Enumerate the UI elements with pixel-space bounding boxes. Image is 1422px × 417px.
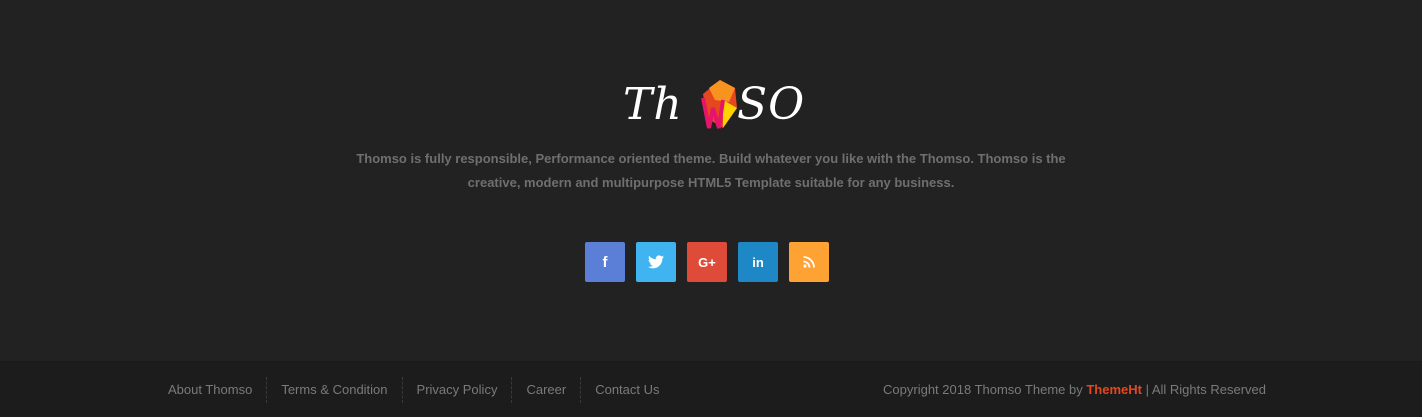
nav-privacy[interactable]: Privacy Policy (401, 377, 512, 403)
social-links: f G+ in (585, 242, 829, 282)
copyright-suffix: | All Rights Reserved (1141, 382, 1266, 397)
linkedin-icon: in (752, 254, 764, 270)
footer-description: Thomso is fully responsible, Performance… (356, 151, 1066, 190)
twitter-icon (648, 255, 664, 269)
copyright: Copyright 2018 Thomso Theme by ThemeHt |… (883, 380, 1266, 400)
logo-text-left: Th (623, 79, 683, 130)
nav-about[interactable]: About Thomso (156, 377, 266, 403)
copyright-prefix: Copyright 2018 Thomso Theme by (883, 382, 1087, 397)
logo-mark-icon (701, 80, 737, 129)
google-plus-icon: G+ (698, 254, 716, 270)
nav-terms[interactable]: Terms & Condition (266, 377, 401, 403)
rss-icon (803, 256, 815, 268)
nav-contact[interactable]: Contact Us (580, 377, 673, 403)
facebook-icon: f (602, 253, 608, 271)
footer-nav: About Thomso Terms & Condition Privacy P… (156, 377, 674, 403)
rss-button[interactable] (789, 242, 829, 282)
nav-career[interactable]: Career (511, 377, 580, 403)
thomso-logo[interactable]: Th SO (621, 76, 804, 134)
twitter-button[interactable] (636, 242, 676, 282)
linkedin-button[interactable]: in (738, 242, 778, 282)
facebook-button[interactable]: f (585, 242, 625, 282)
google-plus-button[interactable]: G+ (687, 242, 727, 282)
footer-bottom: About Thomso Terms & Condition Privacy P… (0, 361, 1422, 417)
logo-text-right: SO (737, 79, 806, 130)
copyright-brand-link[interactable]: ThemeHt (1086, 382, 1142, 397)
footer-main: Th SO Thomso is fully responsible, Perfo… (0, 0, 1422, 361)
